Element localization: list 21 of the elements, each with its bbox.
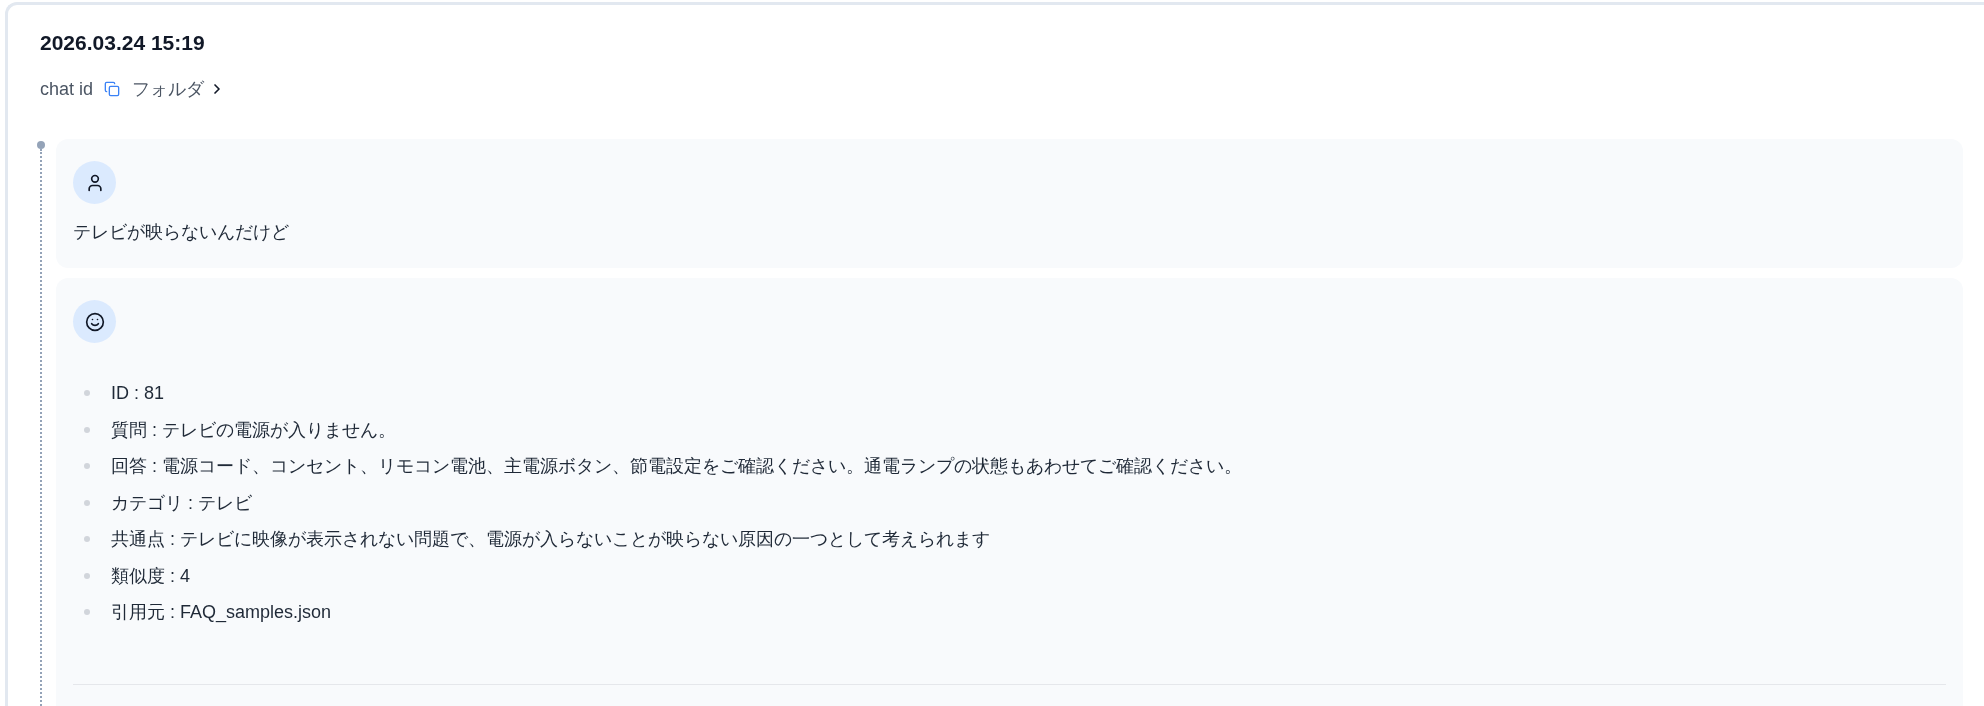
chat-id-label: chat id bbox=[40, 78, 94, 101]
copy-icon[interactable] bbox=[104, 81, 121, 97]
list-item-text: 質問 : テレビの電源が入りません。 bbox=[111, 418, 396, 442]
bullet-icon bbox=[84, 609, 90, 615]
message-text: テレビが映らないんだけど bbox=[73, 221, 289, 244]
smiley-avatar-icon bbox=[73, 300, 116, 343]
list-item-text: 回答 : 電源コード、コンセント、リモコン電池、主電源ボタン、節電設定をご確認ください。通電ランプの状態もあわせてご確認ください。 bbox=[111, 455, 1242, 478]
timestamp-title: 2026.03.24 15:19 bbox=[40, 30, 205, 56]
bullet-icon bbox=[84, 426, 90, 433]
list-item-text: 引用元 : FAQ_samples.json bbox=[111, 601, 332, 625]
list-item-text: 共通点 : テレビに映像が表示されない問題で、電源が入らないことが映らない原因の一つとして考えられます bbox=[111, 528, 990, 551]
list-item-text: ID : 81 bbox=[111, 382, 165, 405]
list-item-text: 類似度 : 4 bbox=[111, 564, 190, 588]
list-item-text: カテゴリ : テレビ bbox=[111, 491, 252, 515]
bullet-icon bbox=[84, 572, 90, 579]
bullet-icon bbox=[84, 463, 90, 469]
bullet-icon bbox=[84, 499, 90, 506]
folder-link[interactable]: フォルダ bbox=[132, 77, 226, 101]
bullet-icon bbox=[84, 536, 90, 542]
person-avatar-icon bbox=[73, 161, 116, 204]
bullet-icon bbox=[84, 390, 90, 396]
